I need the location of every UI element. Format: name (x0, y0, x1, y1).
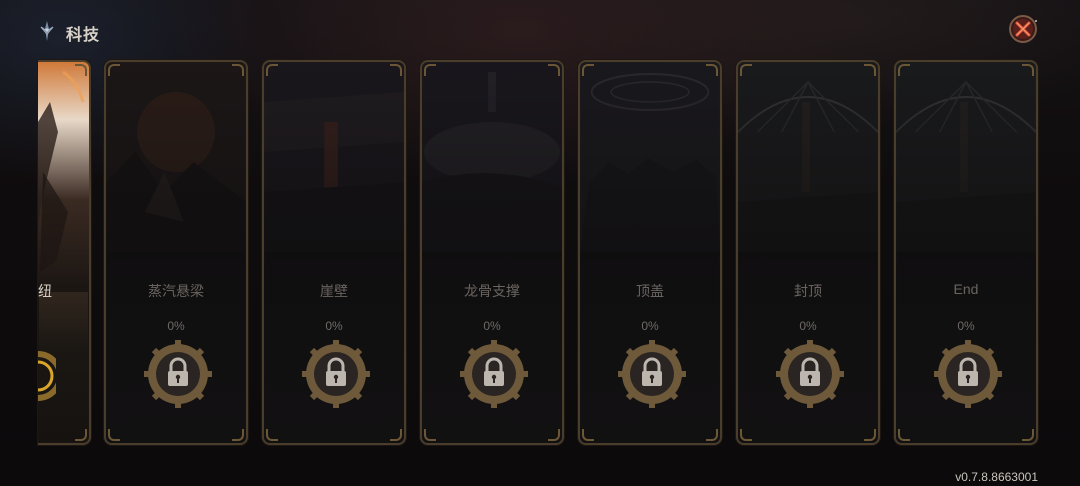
frame-corner (582, 64, 594, 76)
card-title: 纽 (38, 283, 52, 299)
frame-corner (390, 64, 402, 76)
frame-corner (706, 64, 718, 76)
tech-screen: 科技 纽 蒸汽悬梁 0% 崖壁 0% 龙骨支撑 0% 顶盖 0% 封顶 0% E… (0, 0, 1080, 486)
frame-corner (1022, 429, 1034, 441)
frame-corner (266, 429, 278, 441)
card-title: 顶盖 (636, 283, 664, 299)
frame-corner (864, 429, 876, 441)
tech-card-steam-beam[interactable]: 蒸汽悬梁 0% (104, 60, 248, 445)
card-progress: 0% (325, 319, 343, 333)
frame-corner (108, 429, 120, 441)
page-title: 科技 (66, 27, 101, 44)
card-progress: 0% (957, 319, 975, 333)
version-label: v0.7.8.8663001 (955, 470, 1038, 484)
card-title: 崖壁 (320, 283, 348, 299)
tech-card-row: 纽 蒸汽悬梁 0% 崖壁 0% 龙骨支撑 0% 顶盖 0% 封顶 0% End … (38, 60, 1042, 450)
card-progress: 0% (167, 319, 185, 333)
frame-corner (424, 64, 436, 76)
tech-card-cliff-wall[interactable]: 崖壁 0% (262, 60, 406, 445)
frame-corner (390, 429, 402, 441)
frame-corner (232, 64, 244, 76)
card-progress: 0% (641, 319, 659, 333)
gear-padlock-icon (460, 340, 528, 408)
header-bar: 科技 (0, 0, 1080, 58)
frame-corner (548, 64, 560, 76)
frame-corner (706, 429, 718, 441)
gear-padlock-icon (934, 340, 1002, 408)
frame-corner (108, 64, 120, 76)
card-title: 封顶 (794, 283, 822, 299)
card-illustration (38, 62, 89, 292)
frame-corner (75, 429, 87, 441)
frame-corner (740, 429, 752, 441)
card-title: 龙骨支撑 (464, 283, 520, 299)
close-button[interactable] (1007, 13, 1039, 45)
card-progress: 0% (799, 319, 817, 333)
frame-corner (548, 429, 560, 441)
frame-corner (898, 64, 910, 76)
compass-emblem-icon (40, 21, 54, 41)
frame-corner (424, 429, 436, 441)
frame-corner (740, 64, 752, 76)
frame-corner (898, 429, 910, 441)
tech-card-partial[interactable]: 纽 (38, 60, 91, 445)
tech-card-canopy[interactable]: 顶盖 0% (578, 60, 722, 445)
frame-corner (266, 64, 278, 76)
card-progress: 0% (483, 319, 501, 333)
gear-padlock-icon (302, 340, 370, 408)
tech-card-capping[interactable]: 封顶 0% (736, 60, 880, 445)
frame-corner (864, 64, 876, 76)
gear-padlock-icon (618, 340, 686, 408)
frame-corner (582, 429, 594, 441)
card-title: End (953, 281, 979, 297)
gear-padlock-icon (776, 340, 844, 408)
gear-padlock-icon (144, 340, 212, 408)
tech-card-keel-support[interactable]: 龙骨支撑 0% (420, 60, 564, 445)
gear-icon (38, 351, 56, 401)
tech-card-end[interactable]: End 0% (894, 60, 1038, 445)
frame-corner (75, 64, 87, 76)
frame-corner (232, 429, 244, 441)
card-title: 蒸汽悬梁 (148, 283, 204, 299)
frame-corner (1022, 64, 1034, 76)
